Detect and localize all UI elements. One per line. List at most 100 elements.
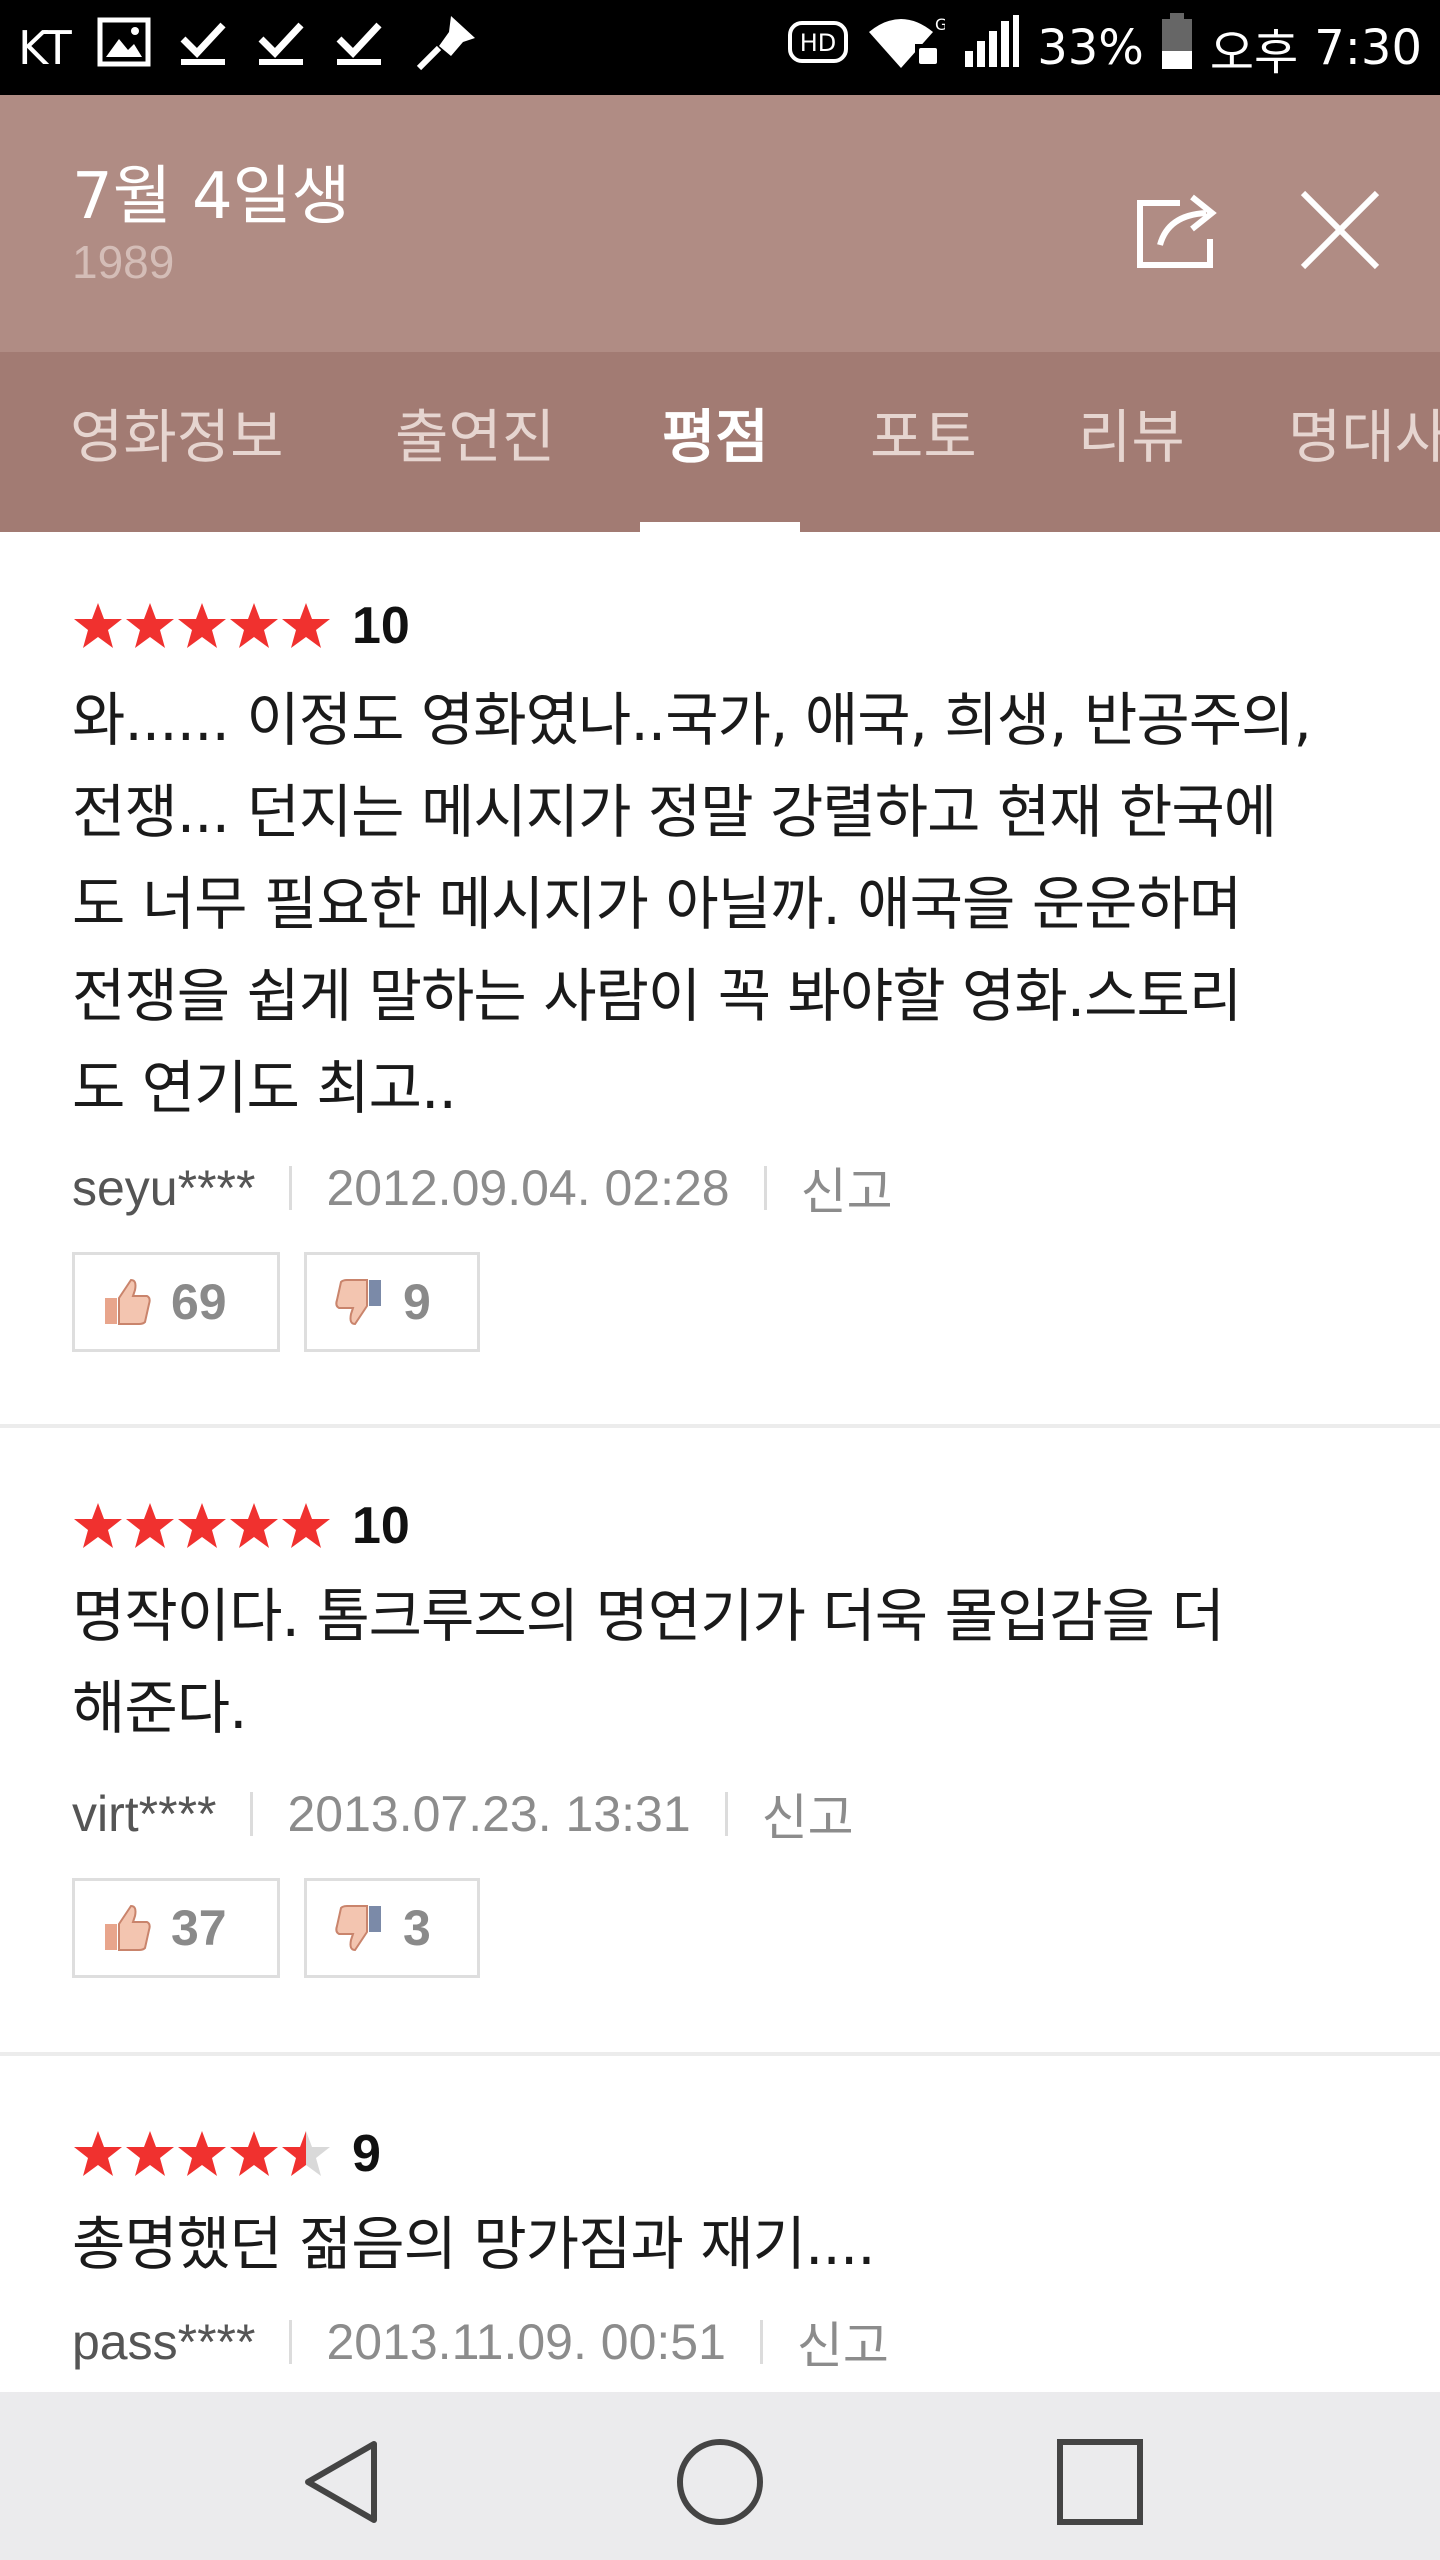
battery-percent: 33% — [1037, 19, 1144, 76]
clock: 7:30 — [1314, 19, 1422, 76]
tab-bar: 영화정보 출연진 평점 포토 리뷰 명대사 — [0, 352, 1440, 532]
review-date: 2013.07.23. 13:31 — [287, 1786, 691, 1842]
meta-divider — [250, 1792, 254, 1836]
report-link[interactable]: 신고 — [762, 1778, 854, 1850]
svg-text:HD: HD — [800, 29, 837, 57]
thumbs-up-icon — [105, 1904, 151, 1951]
movie-year: 1989 — [72, 236, 175, 288]
svg-text:G: G — [935, 15, 945, 34]
back-icon — [305, 2441, 377, 2523]
dislike-button[interactable]: 9 — [304, 1252, 480, 1352]
review-item: 10 와...... 이정도 영화였나..국가, 애국, 희생, 반공주의, 전… — [0, 532, 1440, 1424]
share-button[interactable] — [1120, 175, 1230, 285]
review-line: 도 연기도 최고.. — [72, 1054, 457, 1122]
rating-stars — [72, 2128, 332, 2180]
review-line: 명작이다. 톰크루즈의 명연기가 더욱 몰입감을 더 — [72, 1582, 1225, 1650]
dislike-button[interactable]: 3 — [304, 1878, 480, 1978]
star-icon — [178, 2131, 226, 2176]
meta-divider — [289, 1166, 293, 1210]
system-nav-bar — [0, 2392, 1440, 2560]
thumbs-down-icon — [335, 1905, 381, 1952]
review-text: 총명했던 젊음의 망가짐과 재기.... — [72, 2198, 1392, 2290]
signal-icon — [961, 14, 1021, 81]
star-icon — [230, 1503, 278, 1548]
star-icon — [74, 2131, 122, 2176]
report-link[interactable]: 신고 — [801, 1152, 893, 1224]
star-icon — [178, 1503, 226, 1548]
rating-score: 9 — [352, 2125, 381, 2183]
thumbs-down-icon — [335, 1279, 381, 1326]
review-line: 와...... 이정도 영화였나..국가, 애국, 희생, 반공주의, — [72, 686, 1312, 754]
tab-movie-info[interactable]: 영화정보 — [70, 352, 283, 532]
review-user[interactable]: virt**** — [72, 1785, 216, 1843]
star-icon — [282, 603, 330, 648]
review-user[interactable]: pass**** — [72, 2313, 255, 2371]
tab-quotes[interactable]: 명대사 — [1288, 352, 1440, 532]
check-icon — [255, 17, 307, 79]
pin-icon — [411, 12, 481, 84]
check-icon — [177, 17, 229, 79]
check-icon — [333, 17, 385, 79]
movie-header: 7월 4일생 1989 — [0, 95, 1440, 352]
review-meta: pass**** 2013.11.09. 00:51 신고 — [72, 2306, 889, 2378]
meta-divider — [759, 2320, 763, 2364]
rating-stars — [72, 600, 332, 652]
recents-icon — [1057, 2439, 1143, 2525]
recents-button[interactable] — [1050, 2432, 1150, 2532]
back-button[interactable] — [292, 2432, 392, 2532]
thumbs-up-icon — [105, 1278, 151, 1325]
star-icon — [126, 1503, 174, 1548]
tab-ratings[interactable]: 평점 — [662, 352, 769, 532]
meta-divider — [724, 1792, 728, 1836]
like-button[interactable]: 37 — [72, 1878, 280, 1978]
meta-divider — [289, 2320, 293, 2364]
review-line: 전쟁을 쉽게 말하는 사람이 꼭 봐야할 영화.스토리 — [72, 962, 1242, 1030]
tab-review[interactable]: 리뷰 — [1078, 352, 1185, 532]
review-user[interactable]: seyu**** — [72, 1159, 255, 1217]
page-title: 7월 4일생 — [72, 160, 351, 234]
home-button[interactable] — [670, 2432, 770, 2532]
share-icon — [1137, 194, 1217, 268]
tab-photo[interactable]: 포토 — [870, 352, 977, 532]
like-count: 69 — [171, 1274, 227, 1330]
tab-cast[interactable]: 출연진 — [395, 352, 555, 532]
ampm-label: 오후 — [1209, 24, 1299, 81]
review-line: 전쟁... 던지는 메시지가 정말 강렬하고 현재 한국에 — [72, 778, 1277, 846]
review-date: 2013.11.09. 00:51 — [326, 2314, 726, 2370]
rating-stars — [72, 1500, 332, 1552]
image-icon — [97, 17, 151, 79]
review-line: 도 너무 필요한 메시지가 아닐까. 애국을 운운하며 — [72, 870, 1242, 938]
review-line: 총명했던 젊음의 망가짐과 재기.... — [72, 2210, 876, 2278]
report-link[interactable]: 신고 — [797, 2306, 889, 2378]
star-icon — [282, 1503, 330, 1548]
carrier-label: KT — [18, 20, 72, 75]
review-text: 명작이다. 톰크루즈의 명연기가 더욱 몰입감을 더 해준다. — [72, 1570, 1392, 1754]
review-line: 해준다. — [72, 1674, 248, 1742]
hd-icon: HD — [787, 20, 849, 76]
status-bar: KT HD G 33% 오후 7:30 — [0, 0, 1440, 95]
meta-divider — [763, 1166, 767, 1210]
star-icon — [126, 603, 174, 648]
dislike-count: 3 — [403, 1900, 431, 1956]
close-icon — [1300, 190, 1380, 270]
star-icon — [230, 603, 278, 648]
star-icon — [282, 2131, 330, 2176]
like-button[interactable]: 69 — [72, 1252, 280, 1352]
wifi-icon: G — [865, 14, 948, 82]
dislike-count: 9 — [403, 1274, 431, 1330]
active-tab-indicator — [640, 522, 800, 532]
review-meta: virt**** 2013.07.23. 13:31 신고 — [72, 1778, 854, 1850]
star-icon — [74, 1503, 122, 1548]
like-count: 37 — [171, 1900, 227, 1956]
star-icon — [126, 2131, 174, 2176]
star-icon — [74, 603, 122, 648]
star-icon — [178, 603, 226, 648]
review-meta: seyu**** 2012.09.04. 02:28 신고 — [72, 1152, 893, 1224]
close-button[interactable] — [1285, 175, 1395, 285]
review-item: 9 총명했던 젊음의 망가짐과 재기.... pass**** 2013.11.… — [0, 2056, 1440, 2392]
review-date: 2012.09.04. 02:28 — [326, 1160, 730, 1216]
review-text: 와...... 이정도 영화였나..국가, 애국, 희생, 반공주의, 전쟁..… — [72, 674, 1392, 1134]
star-icon — [230, 2131, 278, 2176]
review-item: 10 명작이다. 톰크루즈의 명연기가 더욱 몰입감을 더 해준다. virt*… — [0, 1428, 1440, 2052]
rating-score: 10 — [352, 597, 410, 655]
